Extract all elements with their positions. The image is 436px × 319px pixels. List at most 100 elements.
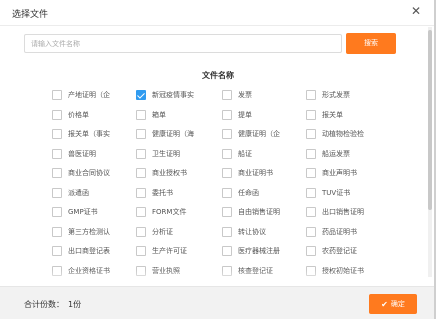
file-option[interactable]: 发票 [222,88,252,102]
file-option-label: 卫生证明 [152,149,180,158]
file-option[interactable]: 提单 [222,108,252,122]
file-option[interactable]: 动植物检验检 [306,127,364,141]
file-checkbox[interactable] [52,168,62,178]
file-option[interactable]: 价格单 [52,108,89,122]
file-option-label: GMP证书 [68,208,98,216]
file-checkbox[interactable] [222,148,232,159]
search-button[interactable]: 搜索 [346,33,396,54]
file-checkbox[interactable] [306,148,316,159]
file-checkbox[interactable] [136,148,146,159]
file-checkbox[interactable] [52,226,62,237]
file-option[interactable]: 出口销售证明 [306,205,364,219]
scrollbar-thumb[interactable] [428,30,432,210]
total-count-value: 1份 [68,300,82,309]
file-option[interactable]: 报关单 [306,108,343,122]
file-checkbox[interactable] [306,187,316,198]
file-checkbox[interactable] [306,129,316,139]
file-checkbox[interactable] [136,129,146,139]
file-option-label: 分析证 [152,227,173,236]
file-checkbox[interactable] [306,109,316,120]
file-option-label: 出口商登记表 [68,247,110,255]
file-option[interactable]: TUV证书 [306,186,350,200]
file-option-label: 农药登记证 [322,247,357,255]
file-checkbox[interactable] [222,246,232,256]
file-checkbox[interactable] [52,90,62,100]
file-option[interactable]: 商业授权书 [136,166,187,180]
file-option[interactable]: 商业证明书 [222,166,273,180]
file-option-label: 生产许可证 [152,247,187,255]
file-option[interactable]: 药品证明书 [306,225,357,239]
file-option-label: 医疗器械注册 [238,247,280,255]
file-checkbox[interactable] [306,168,316,178]
confirm-button[interactable]: ✔ 确定 [369,294,417,314]
file-checkbox[interactable] [136,168,146,178]
file-option[interactable]: 健康证明（海 [136,127,194,141]
file-option[interactable]: 商业声明书 [306,166,357,180]
file-option-label: 商业声明书 [322,169,357,177]
file-checkbox[interactable] [306,90,316,100]
file-option[interactable]: 出口商登记表 [52,244,110,258]
file-option[interactable]: 派遣函 [52,186,89,200]
close-icon[interactable]: ✕ [410,5,422,17]
file-checkbox[interactable] [136,207,146,217]
file-checkbox[interactable] [52,246,62,256]
file-checkbox[interactable] [222,187,232,198]
file-option[interactable]: 生产许可证 [136,244,187,258]
file-option[interactable]: 第三方检测认 [52,225,110,239]
file-checkbox[interactable] [136,187,146,198]
file-checkbox[interactable] [52,129,62,139]
select-file-dialog: 选择文件 ✕ 搜索 文件名称 产地证明（企 新冠疫情事实 发票 形式发票价格单 箱单 提单… [0,0,436,319]
file-option[interactable]: 商业合同协议 [52,166,110,180]
total-count-label: 合计份数： [24,300,64,309]
file-option[interactable]: 任命函 [222,186,259,200]
file-checkbox[interactable] [136,90,146,100]
dialog-footer: 合计份数： 1份 ✔ 确定 [0,286,434,319]
file-checkbox[interactable] [136,109,146,120]
file-option-label: 发票 [238,91,252,99]
file-option-label: 报关单 [322,110,343,119]
file-option-label: 形式发票 [322,91,350,99]
column-header-file-name: 文件名称 [202,71,234,80]
file-option-label: 派遣函 [68,188,89,197]
file-option[interactable]: 兽医证明 [52,147,96,161]
file-checkbox[interactable] [136,226,146,237]
file-option[interactable]: 委托书 [136,186,173,200]
file-option[interactable]: 自由销售证明 [222,205,280,219]
file-checkbox[interactable] [52,187,62,198]
file-option-label: 自由销售证明 [238,208,280,216]
file-option[interactable]: 报关单（事实 [52,127,110,141]
file-checkbox[interactable] [306,226,316,237]
file-option[interactable]: 船证 [222,147,252,161]
file-checkbox[interactable] [222,207,232,217]
file-option[interactable]: 分析证 [136,225,173,239]
file-option-label: 新冠疫情事实 [152,91,194,99]
file-option[interactable]: GMP证书 [52,205,98,219]
file-option[interactable]: 健康证明（企 [222,127,280,141]
file-checkbox[interactable] [136,246,146,256]
file-checkbox[interactable] [222,129,232,139]
file-checkbox[interactable] [222,109,232,120]
file-option-label: 船运发票 [322,149,350,158]
search-input[interactable] [24,34,342,53]
file-option[interactable]: 医疗器械注册 [222,244,280,258]
file-option[interactable]: 船运发票 [306,147,350,161]
file-option[interactable]: 转让协议 [222,225,266,239]
file-option[interactable]: 农药登记证 [306,244,357,258]
file-option[interactable]: 箱单 [136,108,166,122]
file-option[interactable]: 新冠疫情事实 [136,88,194,102]
file-option-label: 任命函 [238,188,259,197]
file-option[interactable]: 卫生证明 [136,147,180,161]
file-checkbox[interactable] [52,207,62,217]
file-checkbox[interactable] [222,90,232,100]
file-checkbox[interactable] [52,148,62,159]
file-checkbox[interactable] [306,246,316,256]
file-option[interactable]: 产地证明（企 [52,88,110,102]
file-checkbox[interactable] [222,226,232,237]
file-option[interactable]: FORM文件 [136,205,186,219]
file-checkbox[interactable] [306,207,316,217]
file-checkbox[interactable] [222,168,232,178]
file-option[interactable]: 形式发票 [306,88,350,102]
dialog-title: 选择文件 [12,10,49,20]
file-checkbox[interactable] [52,109,62,120]
file-option-label: 委托书 [152,188,173,197]
